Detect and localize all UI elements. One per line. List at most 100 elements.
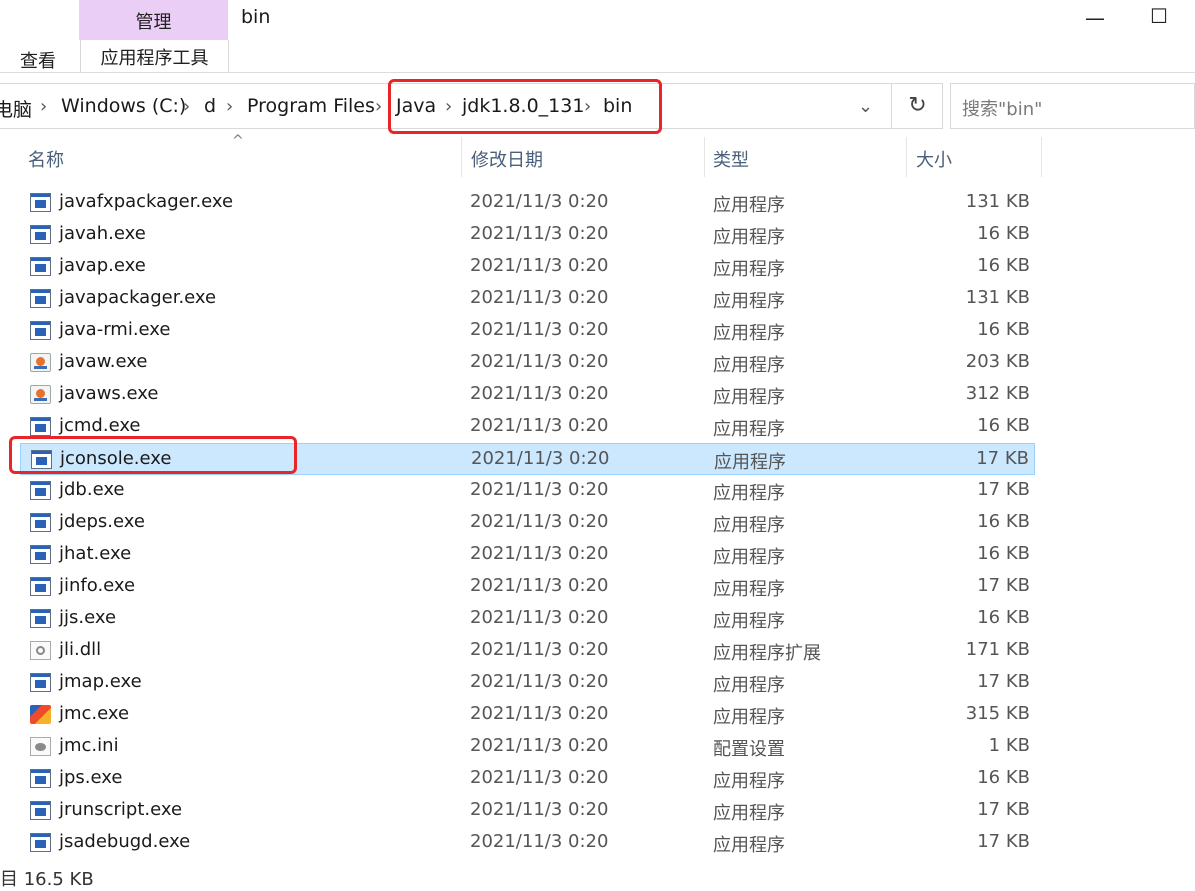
file-size: 16 KB [977, 543, 1030, 564]
file-name: javap.exe [59, 255, 146, 276]
file-row[interactable]: jhat.exe 2021/11/3 0:20 应用程序 16 KB [20, 539, 1035, 571]
file-size: 17 KB [977, 575, 1030, 596]
file-size: 16 KB [977, 255, 1030, 276]
file-date: 2021/11/3 0:20 [470, 735, 609, 756]
file-row[interactable]: jrunscript.exe 2021/11/3 0:20 应用程序 17 KB [20, 795, 1035, 827]
column-divider[interactable] [704, 137, 705, 177]
file-size: 16 KB [977, 319, 1030, 340]
file-name: javah.exe [59, 223, 146, 244]
file-date: 2021/11/3 0:20 [470, 351, 609, 372]
minimize-button[interactable]: — [1085, 6, 1105, 30]
file-type: 应用程序扩展 [713, 643, 821, 664]
file-row[interactable]: jmc.exe 2021/11/3 0:20 应用程序 315 KB [20, 699, 1035, 731]
file-type: 应用程序 [713, 547, 785, 568]
column-header-name[interactable]: 名称 [28, 146, 64, 172]
file-size: 315 KB [965, 703, 1030, 724]
exe-icon [30, 193, 51, 212]
tab-view[interactable]: 查看 [20, 47, 56, 73]
file-type: 应用程序 [713, 259, 785, 280]
exe-icon [30, 417, 51, 436]
file-date: 2021/11/3 0:20 [470, 255, 609, 276]
file-size: 16 KB [977, 767, 1030, 788]
file-row[interactable]: javah.exe 2021/11/3 0:20 应用程序 16 KB [20, 219, 1035, 251]
file-size: 17 KB [977, 479, 1030, 500]
breadcrumb-separator[interactable]: › [40, 96, 47, 117]
file-date: 2021/11/3 0:20 [470, 671, 609, 692]
file-type: 配置设置 [713, 739, 785, 760]
file-name: jdeps.exe [59, 511, 145, 532]
file-name: jrunscript.exe [59, 799, 183, 820]
file-row[interactable]: jinfo.exe 2021/11/3 0:20 应用程序 17 KB [20, 571, 1035, 603]
breadcrumb-program-files[interactable]: Program Files [247, 95, 375, 117]
breadcrumb-windows-c[interactable]: Windows (C:) [61, 95, 186, 117]
column-header-size[interactable]: 大小 [916, 146, 952, 172]
breadcrumb-separator[interactable]: › [226, 96, 233, 117]
file-type: 应用程序 [713, 835, 785, 856]
file-type: 应用程序 [713, 227, 785, 248]
file-type: 应用程序 [713, 387, 785, 408]
file-row[interactable]: jmap.exe 2021/11/3 0:20 应用程序 17 KB [20, 667, 1035, 699]
column-divider[interactable] [461, 137, 462, 177]
file-type: 应用程序 [713, 291, 785, 312]
dll-icon [30, 641, 51, 660]
annotation-highlight-jconsole [9, 436, 297, 474]
file-row[interactable]: jli.dll 2021/11/3 0:20 应用程序扩展 171 KB [20, 635, 1035, 667]
file-row[interactable]: jdeps.exe 2021/11/3 0:20 应用程序 16 KB [20, 507, 1035, 539]
file-name: jdb.exe [59, 479, 125, 500]
file-row[interactable]: javaws.exe 2021/11/3 0:20 应用程序 312 KB [20, 379, 1035, 411]
breadcrumb-separator[interactable]: › [183, 96, 190, 117]
file-date: 2021/11/3 0:20 [470, 383, 609, 404]
maximize-button[interactable]: ☐ [1150, 4, 1168, 28]
file-row[interactable]: jsadebugd.exe 2021/11/3 0:20 应用程序 17 KB [20, 827, 1035, 859]
file-size: 17 KB [977, 799, 1030, 820]
file-date: 2021/11/3 0:20 [470, 287, 609, 308]
file-name: javapackager.exe [59, 287, 217, 308]
file-row[interactable]: javap.exe 2021/11/3 0:20 应用程序 16 KB [20, 251, 1035, 283]
tab-app-tools[interactable]: 应用程序工具 [80, 40, 229, 72]
refresh-icon: ↻ [908, 93, 927, 118]
chevron-down-icon[interactable]: ⌄ [858, 96, 873, 117]
file-size: 203 KB [965, 351, 1030, 372]
file-size: 17 KB [977, 671, 1030, 692]
file-date: 2021/11/3 0:20 [470, 543, 609, 564]
file-name: jps.exe [59, 767, 123, 788]
exe-icon [30, 609, 51, 628]
file-row[interactable]: javaw.exe 2021/11/3 0:20 应用程序 203 KB [20, 347, 1035, 379]
exe-icon [30, 225, 51, 244]
exe-icon [30, 257, 51, 276]
file-type: 应用程序 [713, 483, 785, 504]
ribbon-divider [0, 72, 1195, 73]
column-divider[interactable] [906, 137, 907, 177]
manage-context-tab[interactable]: 管理 [79, 8, 228, 34]
file-row[interactable]: jps.exe 2021/11/3 0:20 应用程序 16 KB [20, 763, 1035, 795]
file-row[interactable]: jjs.exe 2021/11/3 0:20 应用程序 16 KB [20, 603, 1035, 635]
status-selected-size: 目 16.5 KB [0, 869, 94, 890]
file-row[interactable]: jdb.exe 2021/11/3 0:20 应用程序 17 KB [20, 475, 1035, 507]
file-name: javafxpackager.exe [59, 191, 234, 212]
breadcrumb-separator[interactable]: › [375, 96, 382, 117]
column-header-type[interactable]: 类型 [713, 146, 749, 172]
file-row[interactable]: javafxpackager.exe 2021/11/3 0:20 应用程序 131 … [20, 187, 1035, 219]
file-name: jinfo.exe [59, 575, 136, 596]
file-name: javaw.exe [59, 351, 148, 372]
file-type: 应用程序 [713, 771, 785, 792]
file-date: 2021/11/3 0:20 [470, 767, 609, 788]
file-name: jmc.ini [59, 735, 119, 756]
search-placeholder: 搜索"bin" [962, 99, 1043, 120]
refresh-button[interactable]: ↻ [891, 83, 943, 129]
file-size: 131 KB [965, 287, 1030, 308]
file-row[interactable]: jmc.ini 2021/11/3 0:20 配置设置 1 KB [20, 731, 1035, 763]
breadcrumb-d[interactable]: d [204, 95, 216, 117]
file-row[interactable]: javapackager.exe 2021/11/3 0:20 应用程序 131 KB [20, 283, 1035, 315]
file-date: 2021/11/3 0:20 [470, 575, 609, 596]
breadcrumb-this-pc[interactable]: 电脑 [0, 95, 32, 122]
column-divider[interactable] [1041, 137, 1042, 177]
file-type: 应用程序 [713, 355, 785, 376]
file-date: 2021/11/3 0:20 [470, 223, 609, 244]
file-type: 应用程序 [714, 452, 786, 473]
file-size: 16 KB [977, 415, 1030, 436]
file-row[interactable]: java-rmi.exe 2021/11/3 0:20 应用程序 16 KB [20, 315, 1035, 347]
jmc-icon [30, 705, 51, 724]
file-size: 17 KB [976, 448, 1029, 469]
column-header-date[interactable]: 修改日期 [471, 146, 543, 172]
